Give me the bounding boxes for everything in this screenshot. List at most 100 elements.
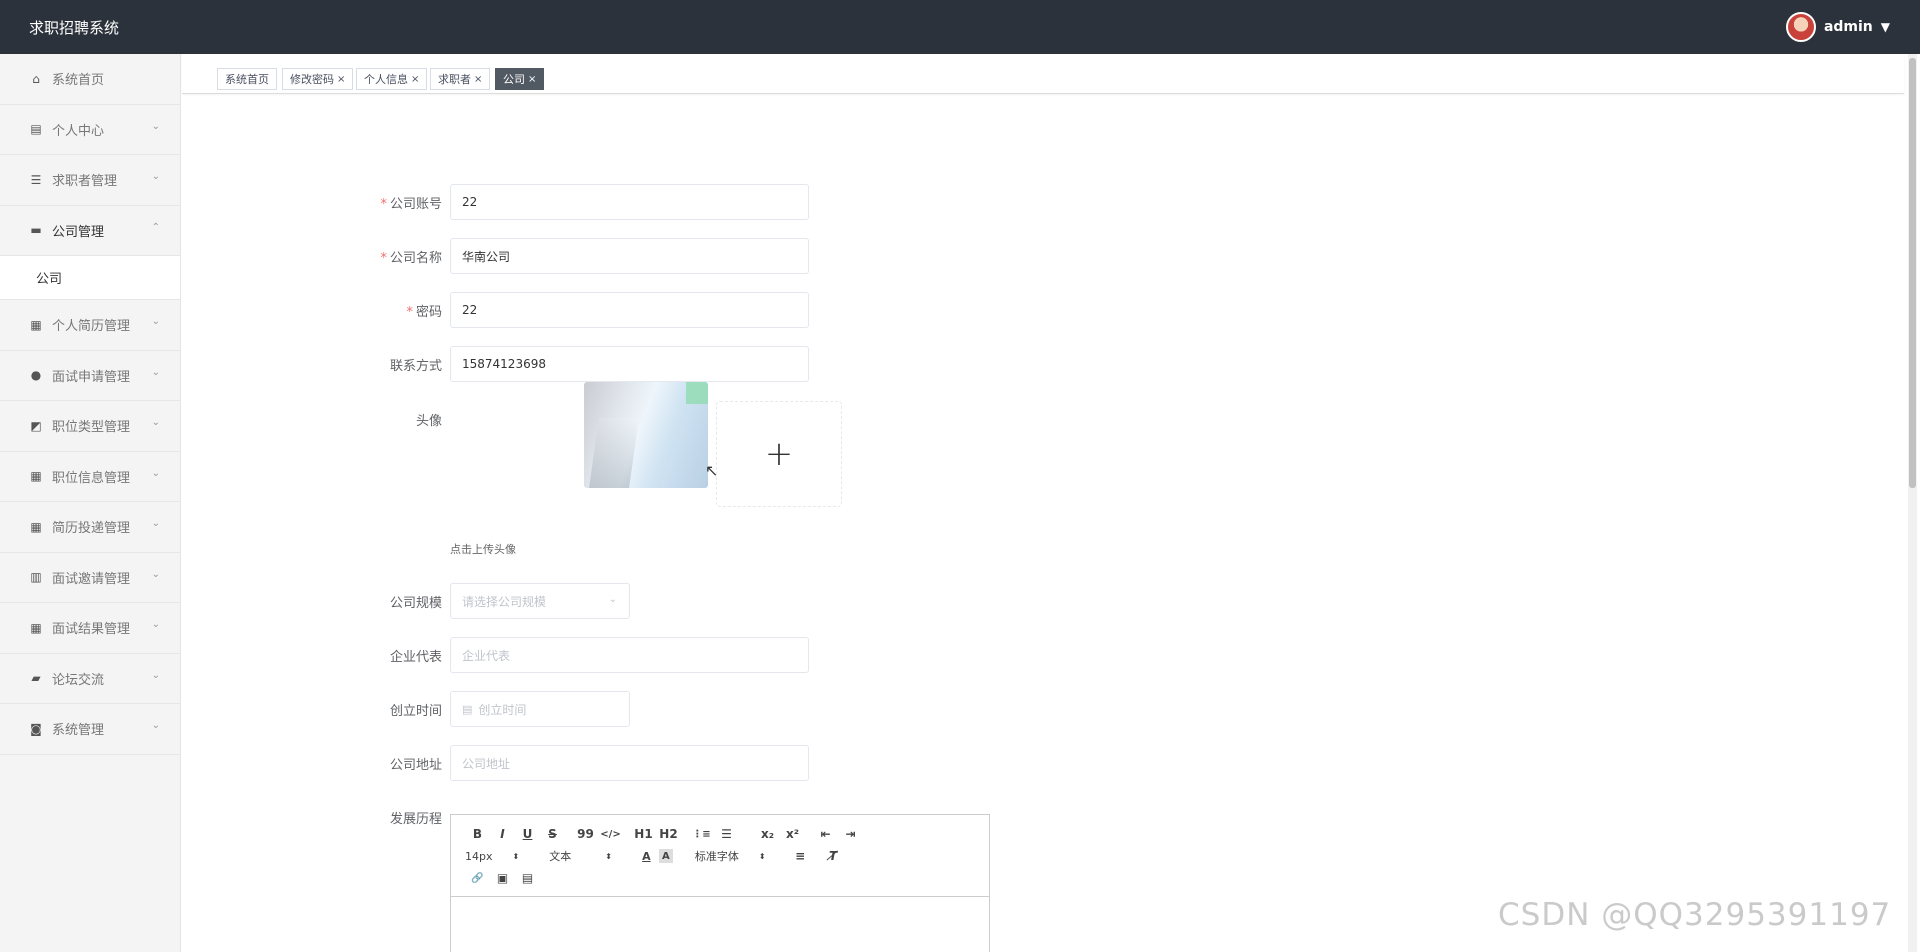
founded-date-picker[interactable]: ▤ 创立时间 [450, 691, 630, 727]
company-name-input[interactable]: 华南公司 [450, 238, 809, 274]
briefcase-icon: ▰ [31, 671, 41, 686]
ordered-list-button[interactable]: ⋮≡ [689, 824, 714, 844]
heading1-button[interactable]: H1 [631, 824, 656, 844]
tab-home[interactable]: 系统首页 [217, 68, 277, 90]
tab-label: 系统首页 [225, 73, 269, 86]
scale-select[interactable]: 请选择公司规模 ⌄ [450, 583, 630, 619]
sidebar-item-interview-result[interactable]: ▦ 面试结果管理 ⌄ [0, 603, 180, 654]
chevron-down-icon: ⌄ [151, 619, 160, 630]
font-size-select[interactable]: 14px ⬍ [465, 850, 519, 863]
sidebar-item-label: 简历投递管理 [52, 521, 131, 537]
chevron-down-icon: ⌄ [151, 120, 160, 132]
sidebar-item-personal-center[interactable]: ▤ 个人中心 ⌄ [0, 105, 180, 155]
sidebar-item-jobseeker-management[interactable]: ☰ 求职者管理 ⌄ [0, 155, 180, 206]
sidebar-item-interview-application[interactable]: ● 面试申请管理 ⌄ [0, 351, 180, 401]
align-button[interactable]: ≡ [788, 846, 813, 866]
bold-button[interactable]: B [465, 824, 490, 844]
chat-icon: ▬ [30, 223, 42, 238]
sidebar-item-position-info[interactable]: ▦ 职位信息管理 ⌄ [0, 452, 180, 502]
password-input[interactable]: 22 [450, 292, 809, 328]
caret-down-icon[interactable]: ▼ [1881, 20, 1890, 34]
sidebar-item-forum[interactable]: ▰ 论坛交流 ⌄ [0, 654, 180, 704]
header-format-select[interactable]: 文本 ⬍ [549, 848, 612, 864]
outdent-button[interactable]: ⇤ [813, 824, 838, 844]
account-input[interactable]: 22 [450, 184, 809, 220]
representative-input[interactable]: 企业代表 [450, 637, 809, 673]
close-icon[interactable]: × [474, 74, 482, 85]
address-input[interactable]: 公司地址 [450, 745, 809, 781]
select-arrow-icon: ⬍ [512, 851, 520, 861]
sidebar-item-system-management[interactable]: ◙ 系统管理 ⌄ [0, 704, 180, 755]
sidebar: ⌂ 系统首页 ▤ 个人中心 ⌄ ☰ 求职者管理 ⌄ ▬ 公司管理 ⌃ 公司 ▦ … [0, 54, 181, 952]
profile-card-icon: ▤ [30, 122, 42, 137]
sidebar-item-company-management[interactable]: ▬ 公司管理 ⌃ [0, 206, 180, 256]
account-label: * 公司账号 [380, 197, 442, 212]
sidebar-item-label: 个人简历管理 [52, 319, 131, 335]
representative-label: 企业代表 [389, 650, 442, 665]
contact-input[interactable]: 15874123698 [450, 346, 809, 382]
sidebar-item-interview-invitation[interactable]: ▥ 面试邀请管理 ⌄ [0, 553, 180, 603]
clipboard-icon: ◙ [30, 721, 42, 736]
sidebar-item-label: 面试结果管理 [52, 622, 131, 638]
sidebar-item-position-type[interactable]: ◩ 职位类型管理 ⌄ [0, 401, 180, 452]
page-scrollbar[interactable] [1908, 54, 1917, 952]
contact-label: 联系方式 [389, 359, 442, 374]
user-name[interactable]: admin [1824, 19, 1873, 35]
chevron-down-icon: ⌄ [151, 568, 160, 580]
user-icon: ● [30, 368, 42, 383]
sidebar-item-resume-delivery[interactable]: ▦ 简历投递管理 ⌄ [0, 502, 180, 553]
clear-format-button[interactable]: T̸ [821, 846, 846, 866]
sidebar-item-label: 个人中心 [52, 123, 105, 139]
sidebar-item-resume-management[interactable]: ▦ 个人简历管理 ⌄ [0, 300, 180, 351]
close-icon[interactable]: × [337, 74, 345, 85]
bullet-list-button[interactable]: ☰ [714, 824, 739, 844]
tab-jobseeker[interactable]: 求职者 × [430, 68, 491, 90]
underline-button[interactable]: U [515, 824, 540, 844]
tab-label: 求职者 [438, 73, 471, 86]
font-family-select[interactable]: 标准字体 ⬍ [695, 848, 766, 864]
scrollbar-thumb[interactable] [1909, 58, 1916, 488]
history-label: 发展历程 [389, 812, 442, 827]
avatar-preview-image[interactable] [584, 382, 708, 488]
indent-button[interactable]: ⇥ [838, 824, 863, 844]
strike-button[interactable]: S [540, 824, 565, 844]
font-color-button[interactable]: A [634, 846, 659, 866]
close-icon[interactable]: × [528, 74, 536, 85]
select-arrow-icon: ⬍ [758, 851, 766, 861]
mouse-cursor-icon: ↖ [705, 461, 719, 480]
video-button[interactable]: ▤ [515, 868, 540, 888]
image-button[interactable]: ▣ [490, 868, 515, 888]
grid-icon: ▦ [30, 620, 42, 635]
user-menu[interactable]: admin ▼ [1785, 12, 1890, 42]
watermark: CSDN @QQ3295391197 [1498, 897, 1892, 933]
chevron-down-icon: ⌄ [151, 720, 160, 731]
password-label: * 密码 [406, 305, 442, 320]
user-avatar[interactable] [1785, 12, 1816, 42]
editor-content-area[interactable] [451, 897, 989, 952]
close-icon[interactable]: × [411, 74, 419, 85]
heading2-button[interactable]: H2 [656, 824, 681, 844]
tab-change-password[interactable]: 修改密码 × [282, 68, 354, 90]
sidebar-subitem-company[interactable]: 公司 [0, 256, 180, 300]
app-title: 求职招聘系统 [29, 19, 120, 37]
blockquote-button[interactable]: 99 [573, 824, 598, 844]
tab-strip: 系统首页 修改密码 × 个人信息 × 求职者 × 公司 × [182, 54, 1904, 94]
subscript-button[interactable]: x₂ [755, 824, 780, 844]
code-block-button[interactable]: </> [598, 824, 623, 844]
background-color-button[interactable]: A [658, 849, 673, 863]
italic-button[interactable]: I [490, 824, 515, 844]
sidebar-item-label: 公司管理 [52, 224, 105, 240]
tab-personal-info[interactable]: 个人信息 × [356, 68, 428, 90]
founded-placeholder: 创立时间 [478, 702, 527, 717]
required-mark: * [380, 251, 387, 266]
required-mark: * [380, 197, 387, 212]
upload-avatar-button[interactable]: + [716, 401, 842, 507]
sidebar-item-label: 论坛交流 [52, 672, 105, 688]
select-arrow-icon: ⬍ [605, 851, 612, 861]
sidebar-item-home[interactable]: ⌂ 系统首页 [0, 54, 180, 105]
superscript-button[interactable]: x² [780, 824, 805, 844]
tab-company[interactable]: 公司 × [495, 68, 545, 90]
grid-icon: ▦ [30, 317, 42, 332]
sidebar-item-label: 面试邀请管理 [52, 571, 131, 587]
link-button[interactable]: 🔗 [465, 868, 490, 888]
